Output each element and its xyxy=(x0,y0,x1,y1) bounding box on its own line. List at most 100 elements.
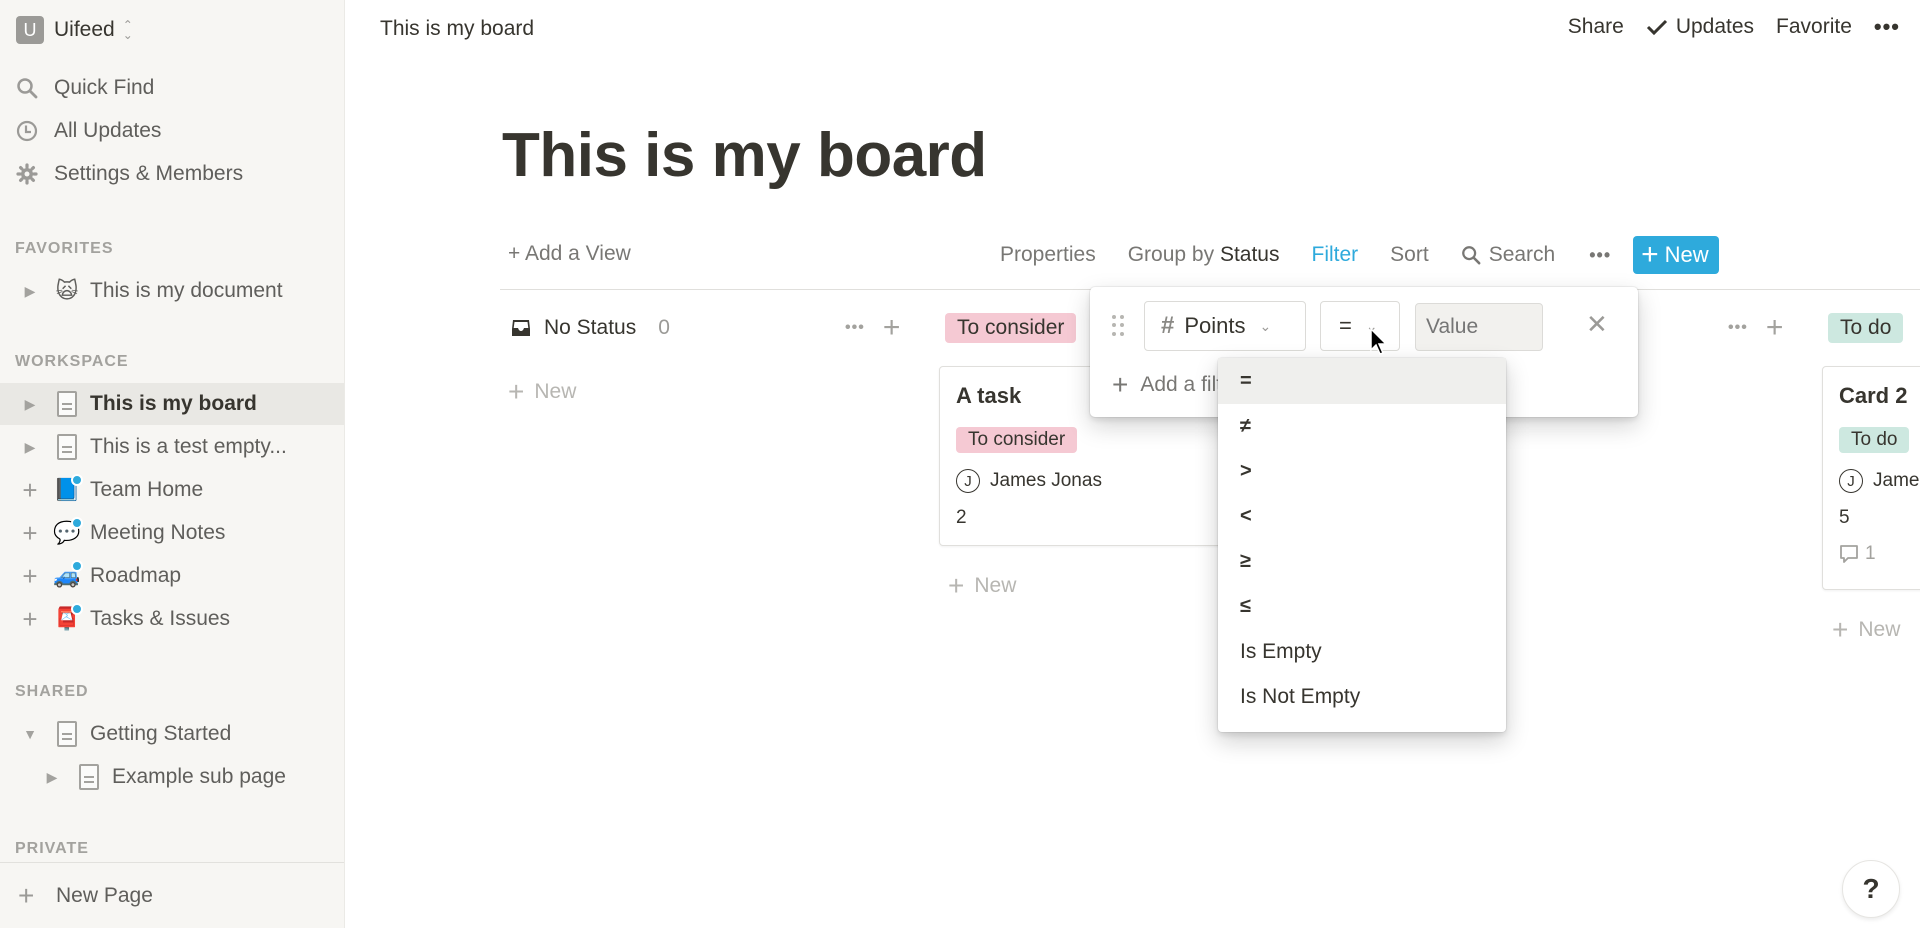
expand-triangle-icon[interactable]: ▶ xyxy=(38,769,66,786)
remove-filter-icon[interactable]: ✕ xyxy=(1586,309,1608,340)
board-card[interactable]: Card 2 To do J James Jonas 5 1 xyxy=(1822,366,1920,590)
plus-icon: + xyxy=(1641,238,1659,271)
column-actions: ••• + xyxy=(1728,311,1784,345)
expand-triangle-icon[interactable]: ▶ xyxy=(16,396,44,413)
updates-label: Updates xyxy=(1675,15,1755,38)
sidebar-item-team-home[interactable]: + 📘 Team Home xyxy=(0,469,344,511)
sidebar-item-tasks-issues[interactable]: + 📮 Tasks & Issues xyxy=(0,598,344,640)
new-label: New xyxy=(534,380,577,403)
new-label: New xyxy=(974,574,1017,597)
operator-option-less-than[interactable]: < xyxy=(1218,494,1506,539)
sidebar-item-meeting-notes[interactable]: + 💬 Meeting Notes xyxy=(0,512,344,554)
workspace-avatar: U xyxy=(16,16,44,44)
checkmark-icon xyxy=(1646,19,1667,36)
column-more-icon[interactable]: ••• xyxy=(1728,319,1748,337)
sidebar-item-label: Team Home xyxy=(90,478,204,501)
search-label: Search xyxy=(1488,243,1556,266)
nav-settings-members[interactable]: Settings & Members xyxy=(16,156,243,192)
add-new-card-to-do[interactable]: + New xyxy=(1832,614,1900,646)
updates-button[interactable]: Updates xyxy=(1646,15,1754,39)
column-count: 0 xyxy=(658,316,670,339)
card-title: Card 2 xyxy=(1839,383,1908,408)
person-name: James Jonas xyxy=(990,470,1102,491)
view-more-icon[interactable]: ••• xyxy=(1589,245,1611,266)
card-points: 2 xyxy=(956,507,967,528)
search-icon xyxy=(1461,246,1481,265)
plus-icon[interactable]: + xyxy=(16,561,44,592)
sidebar-item-this-is-my-board[interactable]: ▶ This is my board xyxy=(0,383,344,425)
page-icon xyxy=(74,762,104,792)
new-label: New xyxy=(1858,618,1901,641)
gear-icon xyxy=(16,163,46,185)
plus-icon: + xyxy=(508,376,525,407)
filter-button[interactable]: Filter xyxy=(1312,243,1359,267)
sidebar-item-this-is-my-document[interactable]: ▶ 🙀 This is my document xyxy=(0,270,344,312)
nav-quick-find[interactable]: Quick Find xyxy=(16,70,154,106)
column-more-icon[interactable]: ••• xyxy=(845,319,865,337)
drag-handle-icon[interactable] xyxy=(1112,315,1124,337)
workspace-switcher[interactable]: U Uifeed ⌃ ⌄ xyxy=(16,16,133,44)
column-add-icon[interactable]: + xyxy=(1766,311,1784,345)
add-new-card-no-status[interactable]: + New xyxy=(508,376,576,408)
operator-option-greater-than[interactable]: > xyxy=(1218,449,1506,494)
favorite-button[interactable]: Favorite xyxy=(1776,15,1852,39)
operator-option-equals[interactable]: = xyxy=(1218,358,1506,404)
plus-icon[interactable]: + xyxy=(16,604,44,635)
sort-button[interactable]: Sort xyxy=(1390,243,1429,267)
update-dot xyxy=(71,517,83,529)
sidebar-item-label: This is a test empty... xyxy=(90,435,287,458)
plus-icon[interactable]: + xyxy=(16,518,44,549)
sidebar-item-roadmap[interactable]: + 🚙 Roadmap xyxy=(0,555,344,597)
view-toolbar: Properties Group by Status Filter Sort S… xyxy=(1000,236,1719,274)
sidebar-item-getting-started[interactable]: ▼ Getting Started xyxy=(0,713,344,755)
page-title[interactable]: This is my board xyxy=(502,120,987,191)
status-tag: To consider xyxy=(945,313,1077,343)
section-title-favorites: FAVORITES xyxy=(15,240,114,257)
sidebar-item-label: Roadmap xyxy=(90,564,182,587)
share-button[interactable]: Share xyxy=(1568,15,1624,39)
filter-operator-select[interactable]: = ⌄ xyxy=(1320,301,1400,351)
workspace-name: Uifeed xyxy=(54,18,115,41)
add-view-button[interactable]: + Add a View xyxy=(508,242,631,266)
plus-icon[interactable]: + xyxy=(16,475,44,506)
card-person: J James Jonas xyxy=(956,469,1102,493)
column-title: No Status xyxy=(544,316,637,339)
operator-option-is-not-empty[interactable]: Is Not Empty xyxy=(1218,674,1506,719)
cat-emoji-icon: 🙀 xyxy=(55,278,79,303)
sidebar: U Uifeed ⌃ ⌄ Quick Find All Updates Setti… xyxy=(0,0,345,928)
card-person: J James Jonas xyxy=(1839,469,1920,493)
sidebar-item-label: Getting Started xyxy=(90,722,232,745)
column-add-icon[interactable]: + xyxy=(883,311,901,345)
nav-label: All Updates xyxy=(54,119,162,142)
search-icon xyxy=(16,77,46,99)
sidebar-item-label: Tasks & Issues xyxy=(90,607,231,630)
collapse-triangle-icon[interactable]: ▼ xyxy=(16,726,44,742)
nav-all-updates[interactable]: All Updates xyxy=(16,113,161,149)
add-new-card-to-consider[interactable]: + New xyxy=(948,570,1016,602)
new-page-button[interactable]: + New Page xyxy=(0,862,344,928)
page-icon xyxy=(52,432,82,462)
expand-triangle-icon[interactable]: ▶ xyxy=(16,439,44,456)
sidebar-item-test-empty[interactable]: ▶ This is a test empty... xyxy=(0,426,344,468)
more-options-icon[interactable]: ••• xyxy=(1874,14,1900,40)
operator-option-is-empty[interactable]: Is Empty xyxy=(1218,629,1506,674)
new-button[interactable]: + New xyxy=(1633,236,1719,274)
sidebar-item-example-sub-page[interactable]: ▶ Example sub page xyxy=(0,756,344,798)
search-button[interactable]: Search xyxy=(1461,243,1556,267)
expand-triangle-icon[interactable]: ▶ xyxy=(16,283,44,300)
help-button[interactable]: ? xyxy=(1842,860,1900,918)
comment-count: 1 xyxy=(1865,543,1876,564)
sidebar-item-label: This is my document xyxy=(90,279,283,302)
operator-option-less-or-equal[interactable]: ≤ xyxy=(1218,584,1506,629)
filter-value-input[interactable] xyxy=(1415,303,1543,351)
filter-property-select[interactable]: # Points ⌄ xyxy=(1144,301,1306,351)
update-dot xyxy=(71,603,83,615)
properties-button[interactable]: Properties xyxy=(1000,243,1096,267)
operator-dropdown-menu: = ≠ > < ≥ ≤ Is Empty Is Not Empty xyxy=(1218,358,1506,732)
number-property-icon: # xyxy=(1161,312,1175,339)
operator-option-not-equals[interactable]: ≠ xyxy=(1218,404,1506,449)
group-by-button[interactable]: Group by Status xyxy=(1128,243,1280,267)
breadcrumb[interactable]: This is my board xyxy=(380,17,534,41)
person-name: James Jonas xyxy=(1873,470,1920,491)
operator-option-greater-or-equal[interactable]: ≥ xyxy=(1218,539,1506,584)
